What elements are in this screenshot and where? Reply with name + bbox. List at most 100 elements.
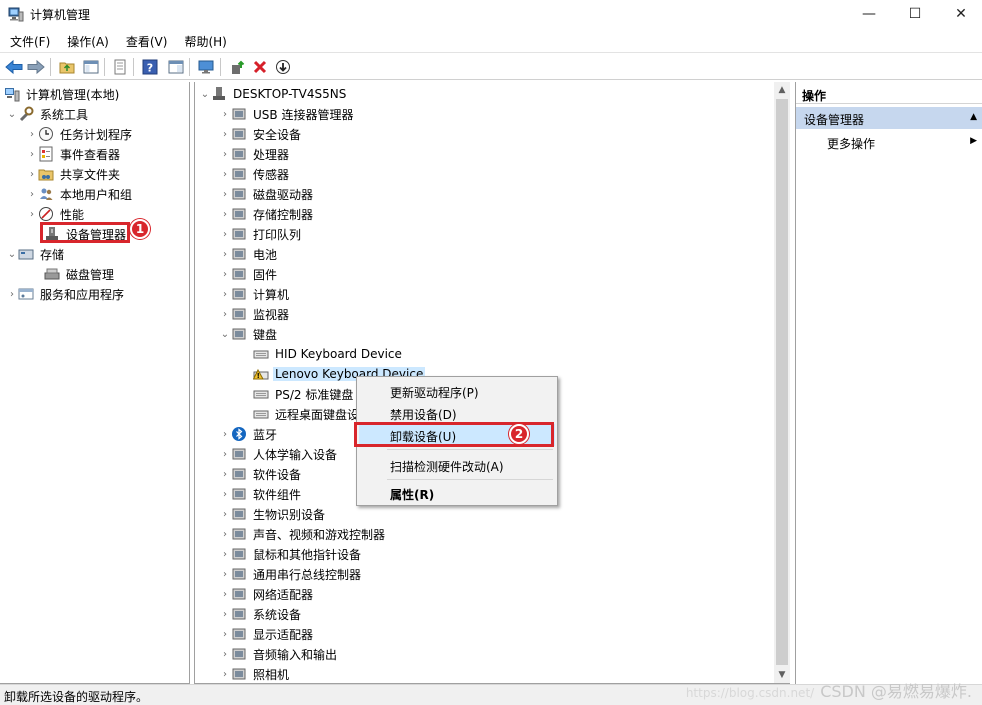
chevron-down-icon[interactable]: ⌄ <box>219 324 231 344</box>
chevron-right-icon[interactable]: › <box>219 204 231 224</box>
menu-help[interactable]: 帮助(H) <box>177 30 233 52</box>
tree-item-root[interactable]: 计算机管理(本地) <box>4 84 121 104</box>
device-category[interactable]: › 照相机 <box>219 664 291 684</box>
up-folder-icon[interactable] <box>57 57 77 77</box>
device-category[interactable]: ⌄ 键盘 <box>219 324 279 344</box>
chevron-right-icon[interactable]: › <box>219 444 231 464</box>
keyboard-device[interactable]: PS/2 标准键盘 <box>253 384 355 404</box>
device-category[interactable]: › 通用串行总线控制器 <box>219 564 363 584</box>
scroll-up-arrow-icon[interactable]: ▲ <box>774 82 790 98</box>
chevron-right-icon[interactable]: › <box>219 244 231 264</box>
show-hide-tree-icon[interactable] <box>81 57 101 77</box>
chevron-right-icon[interactable]: › <box>6 284 18 304</box>
device-category[interactable]: › 计算机 <box>219 284 291 304</box>
chevron-right-icon[interactable]: › <box>219 544 231 564</box>
device-category[interactable]: › 安全设备 <box>219 124 303 144</box>
chevron-right-icon[interactable]: › <box>219 564 231 584</box>
chevron-right-icon[interactable]: › <box>219 304 231 324</box>
device-category[interactable]: › 电池 <box>219 244 279 264</box>
tree-item-performance[interactable]: › 性能 <box>26 204 86 224</box>
maximize-button[interactable]: ☐ <box>892 0 938 28</box>
help-icon[interactable]: ? <box>140 57 160 77</box>
chevron-right-icon[interactable]: › <box>219 124 231 144</box>
menu-action[interactable]: 操作(A) <box>60 30 116 52</box>
back-icon[interactable] <box>4 57 24 77</box>
chevron-down-icon[interactable]: ⌄ <box>6 244 18 264</box>
tree-item-services-apps[interactable]: › 服务和应用程序 <box>6 284 126 304</box>
chevron-right-icon[interactable]: › <box>219 104 231 124</box>
device-category[interactable]: › 固件 <box>219 264 279 284</box>
device-category[interactable]: › 网络适配器 <box>219 584 315 604</box>
tree-item-shared-folders[interactable]: › 共享文件夹 <box>26 164 122 184</box>
chevron-right-icon[interactable]: › <box>219 144 231 164</box>
chevron-right-icon[interactable]: › <box>219 464 231 484</box>
chevron-right-icon[interactable]: › <box>219 184 231 204</box>
device-category[interactable]: › 蓝牙 <box>219 424 279 444</box>
device-category[interactable]: › 系统设备 <box>219 604 303 624</box>
properties-view-icon[interactable] <box>166 57 186 77</box>
collapse-up-icon[interactable]: ▲ <box>970 112 977 122</box>
menu-view[interactable]: 查看(V) <box>119 30 175 52</box>
ctx-update-driver[interactable]: 更新驱动程序(P) <box>359 380 555 402</box>
close-button[interactable]: ✕ <box>938 0 982 28</box>
device-category[interactable]: › 人体学输入设备 <box>219 444 339 464</box>
chevron-right-icon[interactable]: › <box>219 484 231 504</box>
device-category[interactable]: › 软件组件 <box>219 484 303 504</box>
ctx-disable-device[interactable]: 禁用设备(D) <box>359 402 555 424</box>
chevron-right-icon[interactable]: › <box>219 584 231 604</box>
chevron-right-icon[interactable]: › <box>26 204 38 224</box>
device-category[interactable]: › 音频输入和输出 <box>219 644 339 664</box>
device-category[interactable]: › 声音、视频和游戏控制器 <box>219 524 387 544</box>
minimize-button[interactable]: — <box>846 0 892 28</box>
chevron-right-icon[interactable]: › <box>219 264 231 284</box>
chevron-right-icon[interactable]: › <box>26 184 38 204</box>
vertical-scrollbar[interactable]: ▲ ▼ <box>774 82 790 683</box>
chevron-right-icon[interactable]: › <box>219 284 231 304</box>
chevron-right-icon[interactable]: › <box>219 624 231 644</box>
ctx-scan-hardware[interactable]: 扫描检测硬件改动(A) <box>359 454 555 476</box>
chevron-right-icon[interactable]: › <box>219 604 231 624</box>
chevron-right-icon[interactable]: › <box>219 524 231 544</box>
device-category[interactable]: › 处理器 <box>219 144 291 164</box>
keyboard-device[interactable]: 远程桌面键盘设备 <box>253 404 373 424</box>
device-category[interactable]: › 监视器 <box>219 304 291 324</box>
monitor-icon[interactable] <box>196 57 216 77</box>
more-actions-item[interactable]: 更多操作 ▶ <box>796 132 982 152</box>
update-driver-icon[interactable] <box>228 57 248 77</box>
device-root[interactable]: ⌄ DESKTOP-TV4S5NS <box>199 84 348 104</box>
actions-section-device-manager[interactable]: 设备管理器 ▲ <box>796 107 982 129</box>
device-category[interactable]: › 鼠标和其他指针设备 <box>219 544 363 564</box>
device-category[interactable]: › 磁盘驱动器 <box>219 184 315 204</box>
chevron-right-icon[interactable]: › <box>219 424 231 444</box>
device-category[interactable]: › 存储控制器 <box>219 204 315 224</box>
device-category[interactable]: › USB 连接器管理器 <box>219 104 355 124</box>
tree-item-storage[interactable]: ⌄ 存储 <box>6 244 66 264</box>
chevron-right-icon[interactable]: › <box>219 644 231 664</box>
chevron-down-icon[interactable]: ⌄ <box>199 84 211 104</box>
device-category[interactable]: › 生物识别设备 <box>219 504 327 524</box>
chevron-right-icon[interactable]: › <box>26 164 38 184</box>
tree-item-disk-management[interactable]: 磁盘管理 <box>44 264 116 284</box>
chevron-right-icon[interactable]: › <box>219 664 231 684</box>
export-list-icon[interactable] <box>110 57 130 77</box>
chevron-right-icon[interactable]: › <box>26 124 38 144</box>
ctx-properties[interactable]: 属性(R) <box>359 482 555 504</box>
keyboard-device[interactable]: HID Keyboard Device <box>253 344 404 364</box>
chevron-right-icon[interactable]: › <box>219 504 231 524</box>
device-category[interactable]: › 打印队列 <box>219 224 303 244</box>
tree-item-event-viewer[interactable]: › 事件查看器 <box>26 144 122 164</box>
uninstall-x-icon[interactable] <box>250 57 270 77</box>
tree-item-local-users[interactable]: › 本地用户和组 <box>26 184 134 204</box>
tree-item-task-scheduler[interactable]: › 任务计划程序 <box>26 124 134 144</box>
tree-item-system-tools[interactable]: ⌄ 系统工具 <box>6 104 90 124</box>
forward-icon[interactable] <box>26 57 46 77</box>
chevron-right-icon[interactable]: › <box>26 144 38 164</box>
chevron-right-icon[interactable]: › <box>219 224 231 244</box>
device-category[interactable]: › 传感器 <box>219 164 291 184</box>
device-category[interactable]: › 显示适配器 <box>219 624 315 644</box>
chevron-right-icon[interactable]: › <box>219 164 231 184</box>
device-category[interactable]: › 软件设备 <box>219 464 303 484</box>
chevron-down-icon[interactable]: ⌄ <box>6 104 18 124</box>
menu-file[interactable]: 文件(F) <box>3 30 57 52</box>
download-circle-icon[interactable] <box>273 57 293 77</box>
